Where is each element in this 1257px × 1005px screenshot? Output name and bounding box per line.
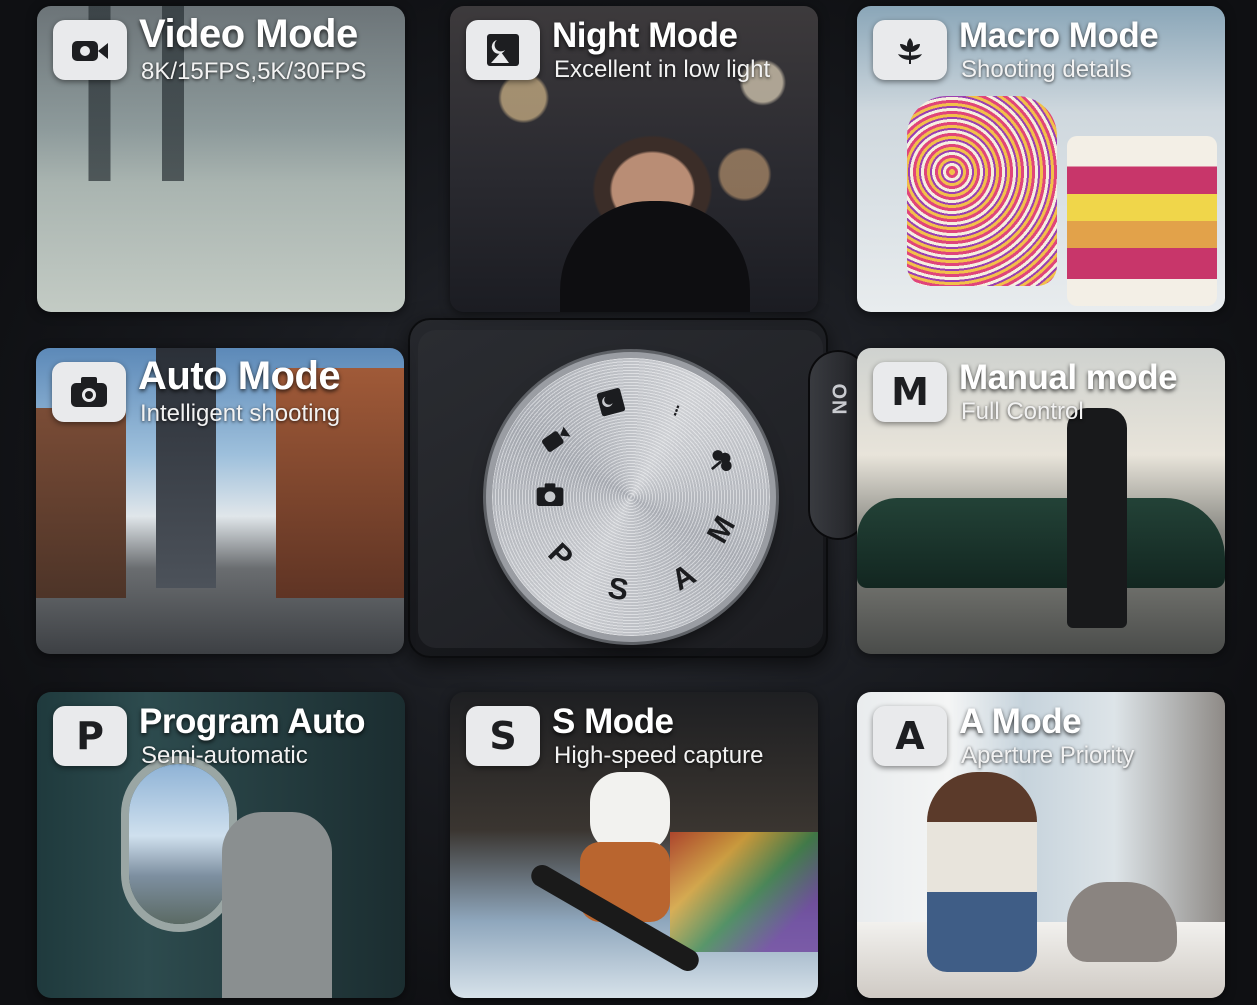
s-mode-title: S Mode	[552, 702, 674, 741]
video-camera-icon	[72, 41, 108, 61]
macro-mode-subtitle: Shooting details	[961, 56, 1132, 83]
night-image-icon	[487, 34, 519, 66]
program-auto-subtitle: Semi-automatic	[141, 742, 308, 769]
night-mode-title: Night Mode	[552, 16, 738, 55]
video-mode-subtitle: 8K/15FPS,5K/30FPS	[141, 58, 367, 85]
flower-icon	[898, 38, 922, 64]
manual-mode-title: Manual mode	[959, 358, 1178, 397]
card-video-mode[interactable]: Video Mode 8K/15FPS,5K/30FPS	[37, 6, 405, 312]
auto-mode-title: Auto Mode	[138, 354, 341, 398]
s-mode-badge: S	[466, 706, 540, 766]
s-badge-letter: S	[489, 714, 517, 758]
card-macro-mode[interactable]: Macro Mode Shooting details	[857, 6, 1225, 312]
dial-camera-icon	[530, 478, 570, 518]
mode-dial[interactable]: ⁝ M A S P	[492, 358, 770, 636]
manual-mode-photo-car	[857, 498, 1225, 588]
card-night-mode[interactable]: Night Mode Excellent in low light	[450, 6, 818, 312]
macro-mode-title: Macro Mode	[959, 16, 1159, 55]
program-auto-badge: P	[53, 706, 127, 766]
program-auto-photo-man	[222, 812, 332, 998]
manual-badge-letter: M	[891, 370, 929, 414]
auto-mode-photo-building-left	[36, 408, 126, 598]
night-mode-subtitle: Excellent in low light	[554, 56, 771, 83]
s-mode-photo-graffiti	[670, 832, 818, 952]
a-mode-photo-cat	[1067, 882, 1177, 962]
macro-mode-photo-cake-left	[907, 96, 1057, 286]
manual-mode-badge: M	[873, 362, 947, 422]
power-label: ON	[827, 383, 850, 416]
a-badge-letter: A	[895, 714, 925, 758]
s-mode-subtitle: High-speed capture	[554, 742, 764, 769]
auto-mode-badge	[52, 362, 126, 422]
auto-mode-subtitle: Intelligent shooting	[140, 400, 341, 427]
manual-mode-photo-man	[1067, 408, 1127, 628]
card-program-auto[interactable]: P Program Auto Semi-automatic	[37, 692, 405, 998]
program-badge-letter: P	[76, 714, 104, 758]
card-auto-mode[interactable]: Auto Mode Intelligent shooting	[36, 348, 404, 654]
night-mode-badge	[466, 20, 540, 80]
macro-mode-photo-cake-slice	[1067, 136, 1217, 306]
dial-mark-s: S	[605, 571, 631, 608]
s-mode-photo-skater-shirt	[590, 772, 670, 852]
manual-mode-subtitle: Full Control	[961, 398, 1084, 425]
card-a-mode[interactable]: A A Mode Aperture Priority	[857, 692, 1225, 998]
a-mode-photo-woman	[927, 772, 1037, 972]
video-mode-title: Video Mode	[139, 12, 358, 56]
a-mode-subtitle: Aperture Priority	[961, 742, 1135, 769]
a-mode-badge: A	[873, 706, 947, 766]
card-manual-mode[interactable]: M Manual mode Full Control	[857, 348, 1225, 654]
card-s-mode[interactable]: S S Mode High-speed capture	[450, 692, 818, 998]
a-mode-title: A Mode	[959, 702, 1082, 741]
program-auto-title: Program Auto	[139, 702, 366, 741]
video-mode-badge	[53, 20, 127, 80]
camera-icon	[71, 377, 107, 407]
program-auto-photo-window	[129, 764, 229, 924]
macro-mode-badge	[873, 20, 947, 80]
